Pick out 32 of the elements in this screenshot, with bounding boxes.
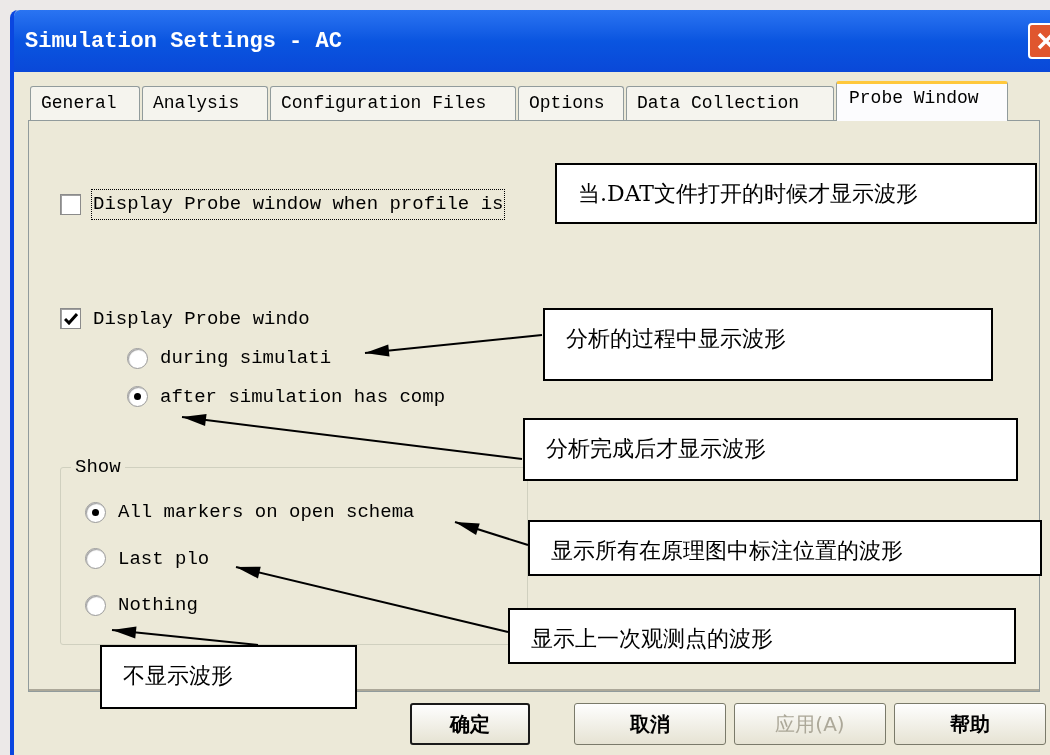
callout-box: 显示上一次观测点的波形 (508, 608, 1016, 664)
radio-button[interactable] (85, 548, 106, 570)
radio-label[interactable]: Nothing (118, 591, 198, 620)
tab[interactable]: Analysis (142, 86, 268, 120)
window-title: Simulation Settings - AC (25, 27, 343, 56)
radio-button[interactable] (85, 501, 106, 523)
dialog-button[interactable]: 取消 (574, 703, 726, 745)
radio-button[interactable] (127, 347, 148, 369)
checkbox-label[interactable]: Display Probe windo (91, 303, 312, 334)
check-icon (63, 312, 78, 325)
callout-box: 分析完成后才显示波形 (523, 418, 1018, 481)
callout-box: 不显示波形 (100, 645, 357, 709)
radio-label[interactable]: during simulati (160, 344, 332, 373)
tab[interactable]: Options (518, 86, 624, 120)
checkbox[interactable] (60, 308, 81, 330)
radio-label[interactable]: after simulation has comp (160, 382, 446, 411)
tab[interactable]: Configuration Files (270, 86, 516, 120)
radio-button[interactable] (85, 594, 106, 616)
checkbox-label[interactable]: Display Probe window when profile is (91, 189, 506, 220)
dialog-button[interactable]: 帮助 (894, 703, 1046, 745)
tab[interactable]: Data Collection (626, 86, 834, 120)
checkbox[interactable] (60, 193, 81, 215)
tab[interactable]: General (30, 86, 140, 120)
tab[interactable]: Probe Window (836, 81, 1008, 121)
radio-label[interactable]: All markers on open schema (118, 498, 415, 527)
close-icon (1036, 31, 1050, 51)
radio-button[interactable] (127, 386, 148, 408)
callout-box: 分析的过程中显示波形 (543, 308, 993, 381)
callout-box: 显示所有在原理图中标注位置的波形 (528, 520, 1042, 576)
dialog-button[interactable]: 确定 (410, 703, 530, 745)
radio-label[interactable]: Last plo (118, 544, 210, 573)
callout-box: 当.DAT文件打开的时候才显示波形 (555, 163, 1037, 224)
